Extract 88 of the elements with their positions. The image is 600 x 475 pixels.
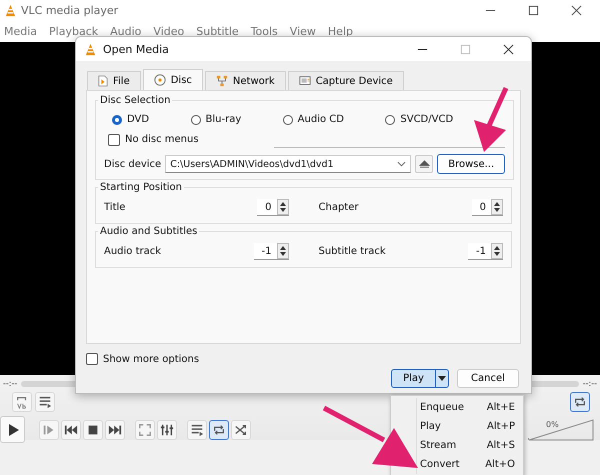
close-icon[interactable]	[503, 44, 514, 54]
sliders-icon	[160, 422, 174, 436]
vlc-cone-icon	[4, 4, 17, 16]
checkbox[interactable]	[86, 353, 98, 365]
radio-label: SVCD/VCD	[400, 114, 454, 125]
previous-icon	[64, 422, 78, 436]
maximize-icon	[460, 44, 471, 54]
next-button[interactable]	[105, 420, 125, 440]
radio-button[interactable]	[385, 114, 396, 124]
playlist-icon	[190, 422, 204, 436]
total-time: --:--	[582, 379, 597, 388]
browse-button[interactable]: Browse...	[437, 154, 506, 174]
elapsed-time: --:--	[3, 379, 18, 388]
field-label: Audio track	[104, 246, 162, 257]
checkbox-label: Show more options	[103, 354, 200, 364]
group-title: Audio and Subtitles	[99, 226, 198, 237]
menu-item[interactable]: Tools	[250, 24, 278, 38]
menu-item[interactable]: Audio	[110, 24, 142, 38]
next-icon	[108, 422, 122, 436]
file-icon	[98, 75, 108, 87]
menu-item[interactable]: Media	[4, 24, 38, 38]
stop-button[interactable]	[83, 420, 103, 440]
radio-option[interactable]: Audio CD	[282, 114, 344, 125]
menu-item[interactable]: Play Alt+P	[416, 417, 523, 436]
group-title: Starting Position	[99, 182, 184, 193]
playlist-icon	[38, 395, 52, 409]
vlc-cone-icon	[84, 42, 97, 56]
volume-percent: 0%	[546, 420, 559, 428]
chevron-down-icon	[397, 161, 406, 167]
previous-button[interactable]	[61, 420, 81, 440]
radio-option[interactable]: SVCD/VCD	[385, 114, 454, 125]
radio-button[interactable]	[282, 114, 293, 124]
menu-item[interactable]: Video	[153, 24, 184, 38]
menu-item[interactable]: Playback	[49, 24, 98, 38]
equalizer-button[interactable]	[157, 420, 177, 440]
close-icon[interactable]	[571, 4, 582, 16]
loop-button[interactable]	[570, 392, 590, 412]
shuffle-icon	[234, 422, 248, 436]
maximize-icon[interactable]	[528, 4, 539, 16]
radio-button[interactable]	[112, 114, 122, 124]
spin-box[interactable]: -1	[254, 243, 288, 260]
radio-label: Audio CD	[298, 114, 344, 125]
field-label: Subtitle track	[318, 246, 386, 257]
checkbox-label: No disc menus	[125, 134, 199, 145]
dialog-title: Open Media	[103, 42, 169, 56]
menu-item[interactable]: Subtitle	[196, 24, 239, 38]
menu-item[interactable]: Help	[328, 24, 353, 38]
group-title: Disc Selection	[99, 95, 172, 106]
spin-box[interactable]: 0	[257, 199, 288, 216]
window-title: VLC media player	[21, 4, 118, 16]
loop-icon	[212, 422, 226, 436]
radio-option[interactable]: DVD	[112, 114, 150, 125]
play-button[interactable]	[0, 416, 25, 443]
radio-label: DVD	[127, 114, 150, 125]
shuffle-button[interactable]	[231, 420, 251, 440]
cancel-button[interactable]: Cancel	[457, 369, 519, 388]
loop-button[interactable]	[209, 420, 229, 440]
spin-box[interactable]: 0	[472, 199, 503, 216]
network-icon	[216, 75, 228, 87]
playlist-button[interactable]	[187, 420, 207, 440]
tab[interactable]: Capture Device	[288, 71, 404, 90]
eject-icon	[418, 160, 430, 168]
capture-card-icon	[298, 75, 311, 87]
field-label: Disc device	[104, 158, 162, 170]
checkbox[interactable]	[108, 134, 120, 146]
volume-slider[interactable]: 0%	[528, 418, 594, 440]
menu-item[interactable]: Enqueue Alt+E	[416, 398, 523, 417]
menu-item[interactable]: Stream Alt+S	[416, 436, 523, 455]
tab[interactable]: File	[87, 71, 141, 90]
menu-item[interactable]: View	[290, 24, 316, 38]
radio-option[interactable]: Blu-ray	[190, 114, 242, 125]
spin-box[interactable]: -1	[468, 243, 503, 260]
playlist-button[interactable]	[35, 392, 55, 412]
tab[interactable]: Network	[204, 71, 286, 90]
disc-icon	[154, 74, 166, 86]
disc-device-dropdown[interactable]: C:\Users\ADMIN\Videos\dvd1\dvd1	[165, 155, 412, 173]
ab-loop-button[interactable]	[12, 392, 32, 412]
field-label: Chapter	[318, 202, 358, 213]
stop-icon	[86, 422, 100, 436]
eject-button[interactable]	[415, 155, 434, 173]
tab[interactable]: Disc	[142, 69, 203, 90]
fullscreen-icon	[138, 422, 152, 436]
loop-icon	[573, 395, 587, 409]
radio-label: Blu-ray	[206, 114, 242, 125]
radio-button[interactable]	[190, 114, 200, 124]
field-label: Title	[104, 202, 126, 213]
ab-loop-icon	[15, 395, 29, 409]
frame-step-icon	[42, 422, 56, 436]
